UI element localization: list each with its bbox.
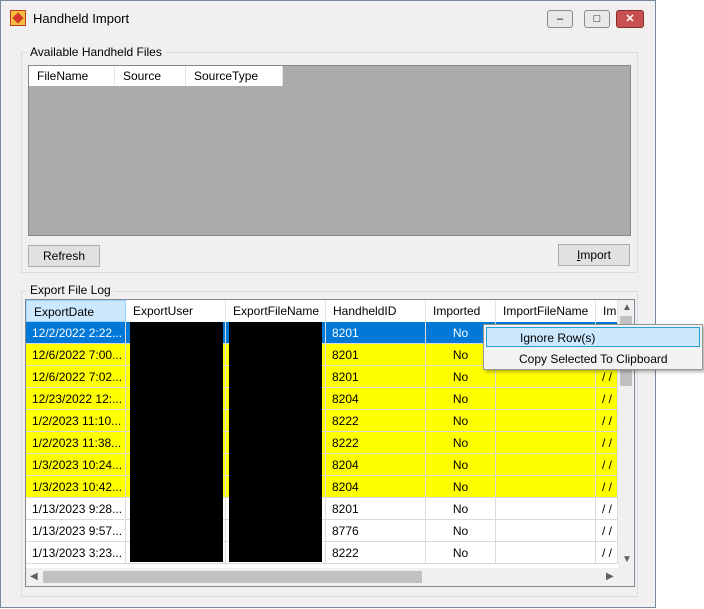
table-row[interactable]: 1/2/2023 11:38... 8222 No / / [26, 432, 618, 454]
cell-handheldid[interactable]: 8222 [326, 410, 426, 432]
cell-im[interactable]: / / [596, 520, 618, 542]
menu-item-copy-to-clipboard[interactable]: Copy Selected To Clipboard [486, 349, 700, 369]
column-header-exportfilename[interactable]: ExportFileName [226, 300, 326, 322]
cell-importfilename[interactable] [496, 388, 596, 410]
available-files-grid[interactable]: FileName Source SourceType [28, 65, 631, 236]
scroll-down-icon[interactable]: ▼ [622, 554, 632, 565]
table-row[interactable]: 1/13/2023 3:23... 8222 No / / [26, 542, 618, 564]
cell-exportdate[interactable]: 12/6/2022 7:02... [26, 366, 126, 388]
cell-exportdate[interactable]: 12/2/2022 2:22... [26, 322, 126, 344]
cell-imported[interactable]: No [426, 476, 496, 498]
cell-im[interactable]: / / [596, 454, 618, 476]
cell-importfilename[interactable] [496, 542, 596, 564]
column-header-source[interactable]: Source [115, 66, 186, 86]
column-header-im[interactable]: Im [596, 300, 618, 322]
cell-imported[interactable]: No [426, 388, 496, 410]
cell-im[interactable]: / / [596, 542, 618, 564]
cell-exportdate[interactable]: 1/13/2023 3:23... [26, 542, 126, 564]
minimize-button[interactable]: – [547, 10, 573, 28]
cell-handheldid[interactable]: 8201 [326, 366, 426, 388]
scroll-left-icon[interactable]: ◀ [30, 571, 38, 582]
redacted-exportuser [130, 322, 223, 562]
cell-imported[interactable]: No [426, 498, 496, 520]
cell-im[interactable]: / / [596, 476, 618, 498]
horizontal-scrollbar[interactable]: ◀ ▶ [26, 568, 634, 586]
column-header-handheldid[interactable]: HandheldID [326, 300, 426, 322]
import-button[interactable]: Import [558, 244, 630, 266]
cell-handheldid[interactable]: 8222 [326, 432, 426, 454]
cell-importfilename[interactable] [496, 410, 596, 432]
cell-handheldid[interactable]: 8201 [326, 344, 426, 366]
cell-im[interactable]: / / [596, 432, 618, 454]
cell-importfilename[interactable] [496, 498, 596, 520]
table-row[interactable]: 1/13/2023 9:28... 8201 No / / [26, 498, 618, 520]
cell-imported[interactable]: No [426, 520, 496, 542]
table-row[interactable]: 1/2/2023 11:10... 8222 No / / [26, 410, 618, 432]
menu-item-ignore-rows[interactable]: Ignore Row(s) [486, 327, 700, 347]
column-header-exportdate[interactable]: ExportDate [26, 300, 126, 322]
cell-handheldid[interactable]: 8201 [326, 322, 426, 344]
title-bar[interactable]: Handheld Import – □ ✕ [1, 1, 655, 35]
close-button[interactable]: ✕ [616, 10, 644, 28]
cell-importfilename[interactable] [496, 454, 596, 476]
scroll-up-icon[interactable]: ▲ [622, 302, 632, 313]
cell-importfilename[interactable] [496, 432, 596, 454]
context-menu: Ignore Row(s) Copy Selected To Clipboard [483, 324, 703, 370]
cell-im[interactable]: / / [596, 388, 618, 410]
column-header-imported[interactable]: Imported [426, 300, 496, 322]
cell-handheldid[interactable]: 8201 [326, 498, 426, 520]
cell-imported[interactable]: No [426, 542, 496, 564]
table-row[interactable]: 12/23/2022 12:... 8204 No / / [26, 388, 618, 410]
available-files-group-label: Available Handheld Files [27, 45, 165, 59]
cell-exportdate[interactable]: 1/2/2023 11:38... [26, 432, 126, 454]
column-header-importfilename[interactable]: ImportFileName [496, 300, 596, 322]
refresh-button[interactable]: Refresh [28, 245, 100, 267]
maximize-button[interactable]: □ [584, 10, 610, 28]
cell-imported[interactable]: No [426, 454, 496, 476]
cell-exportdate[interactable]: 1/13/2023 9:28... [26, 498, 126, 520]
cell-imported[interactable]: No [426, 432, 496, 454]
table-row[interactable]: 1/3/2023 10:42... 8204 No / / [26, 476, 618, 498]
cell-exportdate[interactable]: 12/23/2022 12:... [26, 388, 126, 410]
table-row[interactable]: 1/13/2023 9:57... 8776 No / / [26, 520, 618, 542]
cell-exportdate[interactable]: 12/6/2022 7:00... [26, 344, 126, 366]
cell-handheldid[interactable]: 8204 [326, 388, 426, 410]
column-header-sourcetype[interactable]: SourceType [186, 66, 283, 86]
cell-im[interactable]: / / [596, 410, 618, 432]
cell-importfilename[interactable] [496, 520, 596, 542]
cell-handheldid[interactable]: 8204 [326, 476, 426, 498]
cell-imported[interactable]: No [426, 410, 496, 432]
import-label-rest: mport [580, 248, 612, 262]
column-header-filename[interactable]: FileName [29, 66, 115, 86]
column-header-exportuser[interactable]: ExportUser [126, 300, 226, 322]
table-row[interactable]: 1/3/2023 10:24... 8204 No / / [26, 454, 618, 476]
cell-im[interactable]: / / [596, 498, 618, 520]
cell-exportdate[interactable]: 1/2/2023 11:10... [26, 410, 126, 432]
cell-handheldid[interactable]: 8776 [326, 520, 426, 542]
app-icon [10, 10, 26, 26]
cell-exportdate[interactable]: 1/13/2023 9:57... [26, 520, 126, 542]
cell-exportdate[interactable]: 1/3/2023 10:42... [26, 476, 126, 498]
redacted-exportfilename [229, 322, 322, 562]
window-title: Handheld Import [33, 11, 130, 26]
cell-handheldid[interactable]: 8222 [326, 542, 426, 564]
export-log-group-label: Export File Log [27, 283, 114, 297]
horizontal-scroll-thumb[interactable] [43, 571, 422, 583]
cell-handheldid[interactable]: 8204 [326, 454, 426, 476]
scroll-right-icon[interactable]: ▶ [606, 571, 614, 582]
cell-exportdate[interactable]: 1/3/2023 10:24... [26, 454, 126, 476]
cell-importfilename[interactable] [496, 476, 596, 498]
handheld-import-window: Handheld Import – □ ✕ Available Handheld… [0, 0, 656, 608]
